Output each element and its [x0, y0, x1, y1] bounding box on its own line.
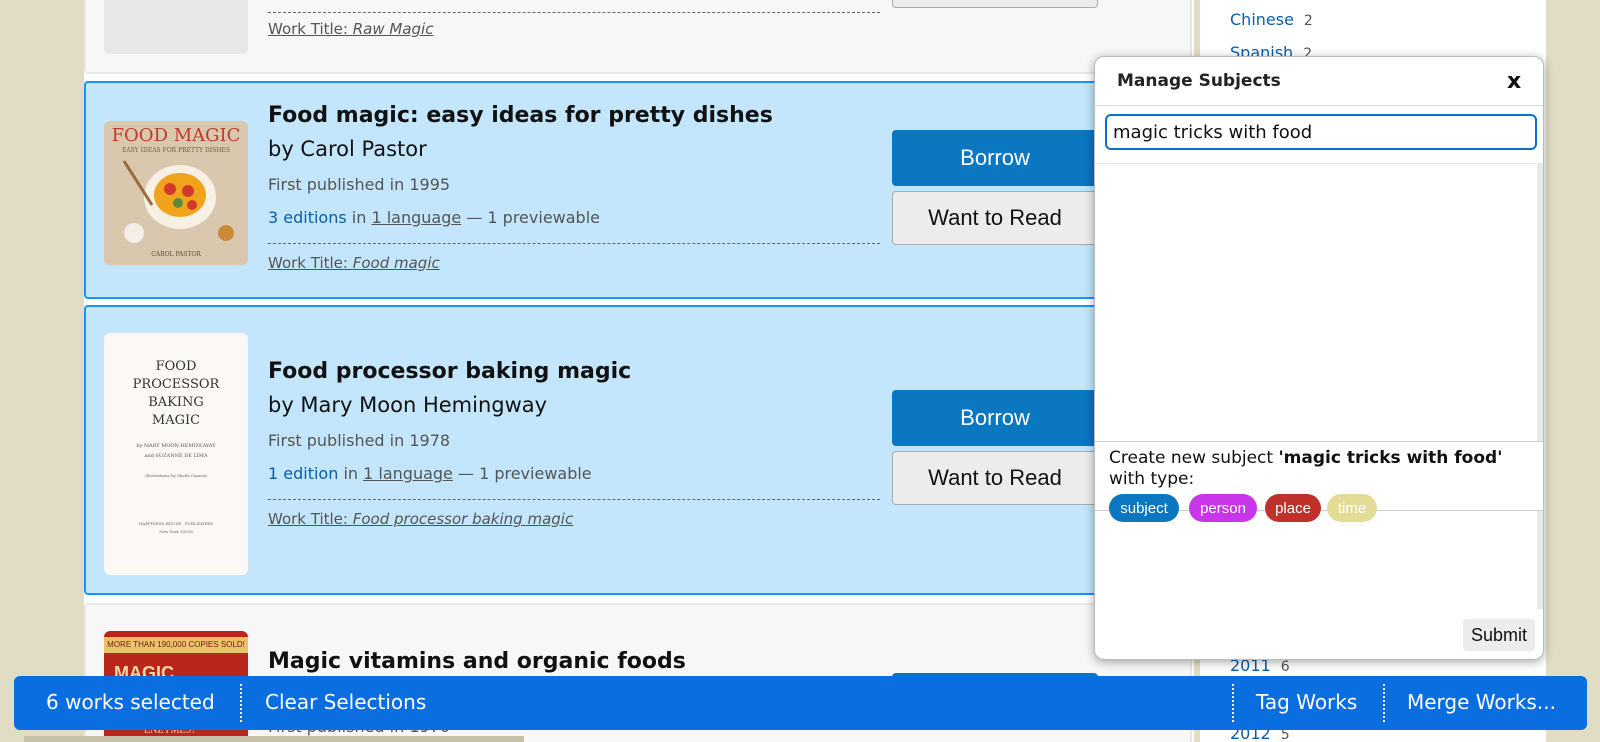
language-link[interactable]: 1 language [371, 208, 461, 227]
type-subject-button[interactable]: subject [1109, 494, 1179, 522]
create-subject-box: Create new subject 'magic tricks with fo… [1095, 441, 1543, 522]
clear-selections-button[interactable]: Clear Selections [265, 690, 426, 714]
cover-title-line: MAGIC [151, 413, 201, 428]
divider [268, 499, 880, 500]
book-title-link[interactable]: Food magic: easy ideas for pretty dishes [268, 103, 773, 128]
book-title-link[interactable]: Magic vitamins and organic foods [268, 649, 686, 674]
tag-works-button[interactable]: Tag Works [1256, 690, 1357, 714]
subject-search-input[interactable] [1105, 114, 1537, 150]
first-published: First published in 1978 [268, 431, 451, 450]
divider [268, 243, 880, 244]
borrow-button[interactable]: Borrow [892, 130, 1098, 186]
book-cover[interactable]: FOOD PROCESSOR BAKING MAGIC by MARY MOON… [104, 333, 248, 575]
cover-title-line: BAKING [148, 395, 204, 410]
divider [1095, 105, 1543, 106]
search-results: Work Title: Raw Magic FOOD MAGIC EASY ID… [84, 0, 1194, 742]
cover-title-line: PROCESSOR [132, 377, 220, 392]
editions-info: 3 editions in 1 language — 1 previewable [268, 208, 600, 227]
cover-banner: MORE THAN 190,000 COPIES SOLD! [104, 637, 248, 653]
result-card-raw-magic[interactable]: Work Title: Raw Magic [84, 0, 1192, 74]
book-title-link[interactable]: Food processor baking magic [268, 359, 631, 384]
work-title-link[interactable]: Work Title: Raw Magic [268, 20, 433, 38]
type-time-button[interactable]: time [1327, 494, 1377, 522]
book-cover[interactable] [104, 0, 248, 54]
cover-subtitle: EASY IDEAS FOR PRETTY DISHES [121, 147, 231, 154]
first-published: First published in 1995 [268, 175, 451, 194]
work-title-link[interactable]: Work Title: Food magic [268, 254, 440, 272]
divider [268, 12, 880, 13]
language-link[interactable]: 1 language [363, 464, 453, 483]
author-link[interactable]: by Mary Moon Hemingway [268, 393, 547, 417]
type-person-button[interactable]: person [1189, 494, 1257, 522]
separator [240, 684, 242, 722]
want-to-read-button[interactable]: Want to Read [892, 191, 1098, 245]
dialog-title: Manage Subjects [1117, 71, 1281, 91]
cover-author: CAROL PASTOR [151, 251, 201, 258]
dialog-scrollbar[interactable] [1537, 163, 1543, 609]
cover-publisher: HAPPINESS HOUSE · PUBLISHERS [138, 521, 214, 526]
cover-title-line: FOOD [155, 359, 197, 374]
separator [1383, 684, 1385, 722]
want-to-read-button[interactable]: Want to Read [892, 451, 1098, 505]
borrow-button[interactable]: Borrow [892, 390, 1098, 446]
cover-authors: by MARY MOON HEMINGWAY [136, 443, 216, 449]
type-place-button[interactable]: place [1265, 494, 1321, 522]
book-cover[interactable]: FOOD MAGIC EASY IDEAS FOR PRETTY DISHES … [104, 121, 248, 265]
cover-place: New York 10016 [159, 529, 193, 534]
cover-illustrator: Illustrations by Sheila Camera [145, 473, 207, 478]
facet-language-chinese[interactable]: Chinese 2 [1230, 10, 1313, 29]
submit-button[interactable]: Submit [1463, 619, 1535, 651]
close-icon[interactable]: x [1507, 69, 1521, 94]
cover-title: FOOD MAGIC [111, 125, 241, 146]
editions-link[interactable]: 1 edition [268, 464, 338, 483]
page-bottom-strip [24, 736, 524, 742]
selected-count: 6 works selected [46, 690, 215, 714]
result-card-food-processor[interactable]: FOOD PROCESSOR BAKING MAGIC by MARY MOON… [84, 305, 1192, 595]
editions-link[interactable]: 3 editions [268, 208, 347, 227]
want-to-read-button[interactable] [892, 0, 1098, 8]
separator [1232, 684, 1234, 722]
author-link[interactable]: by Carol Pastor [268, 137, 427, 161]
editions-info: 1 edition in 1 language — 1 previewable [268, 464, 592, 483]
selection-action-bar: 6 works selected Clear Selections Tag Wo… [14, 676, 1587, 730]
manage-subjects-dialog: Manage Subjects x Create new subject 'ma… [1094, 56, 1544, 660]
create-subject-text: Create new subject 'magic tricks with fo… [1109, 448, 1503, 489]
result-card-food-magic[interactable]: FOOD MAGIC EASY IDEAS FOR PRETTY DISHES … [84, 81, 1192, 299]
merge-works-button[interactable]: Merge Works... [1407, 690, 1556, 714]
cover-authors: and SUZANNE DE LIMA [144, 453, 208, 459]
work-title-link[interactable]: Work Title: Food processor baking magic [268, 510, 573, 528]
